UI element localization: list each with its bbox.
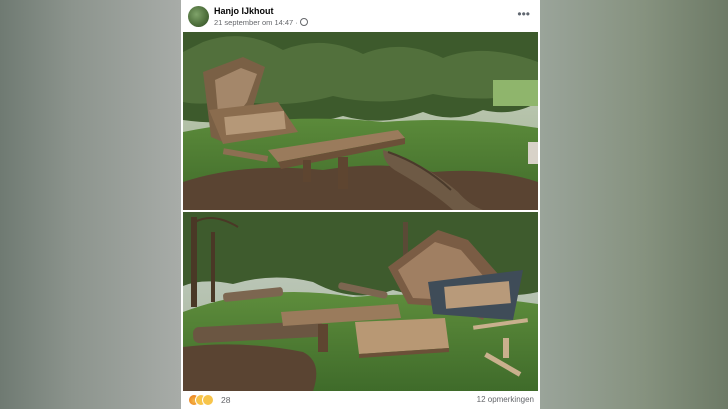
post-author[interactable]: Hanjo IJkhout — [214, 6, 274, 16]
post-photo-1[interactable] — [183, 32, 538, 210]
timestamp-text[interactable]: 21 september om 14:47 · — [214, 18, 298, 27]
comments-count[interactable]: 12 opmerkingen — [477, 395, 534, 404]
post-timestamp[interactable]: 21 september om 14:47 · — [214, 18, 308, 27]
reaction-count[interactable]: 28 — [221, 395, 230, 405]
post-footer: 28 12 opmerkingen — [181, 391, 540, 409]
globe-icon — [299, 18, 308, 26]
wow-reaction-icon — [202, 394, 214, 406]
post-photo-2[interactable] — [183, 212, 538, 391]
avatar[interactable] — [188, 6, 209, 27]
background-right — [540, 0, 728, 409]
facebook-post: Hanjo IJkhout 21 september om 14:47 · ••… — [181, 0, 540, 409]
post-header: Hanjo IJkhout 21 september om 14:47 · ••… — [181, 0, 540, 32]
background-left — [0, 0, 181, 409]
more-options-icon[interactable]: ••• — [517, 7, 530, 21]
